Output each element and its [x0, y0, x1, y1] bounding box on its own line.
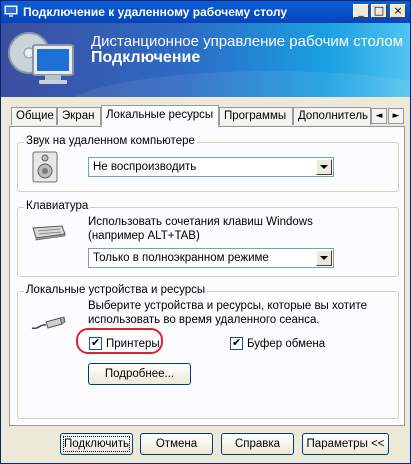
clipboard-checkbox[interactable] — [230, 336, 243, 350]
rdp-window: Подключение к удаленному рабочему столу … — [0, 0, 411, 464]
sound-select[interactable]: Не воспроизводить — [88, 157, 334, 177]
sound-group: Звук на удаленном компьютере Не воспроиз… — [17, 135, 399, 192]
tab-scroll-right[interactable]: ► — [388, 108, 404, 124]
minimize-button[interactable]: _ — [353, 4, 369, 18]
chevron-down-icon[interactable] — [316, 250, 332, 266]
tab-scroll-left[interactable]: ◄ — [371, 108, 387, 124]
speaker-icon — [32, 151, 58, 183]
sound-group-title: Звук на удаленном компьютере — [24, 135, 197, 147]
remote-desktop-icon — [4, 5, 18, 17]
banner-subtitle: Дистанционное управление рабочим столом — [91, 33, 404, 50]
printers-highlight-ring — [76, 328, 163, 354]
keyboard-group-title: Клавиатура — [24, 200, 91, 212]
keyboard-icon — [32, 225, 66, 241]
keyboard-description-line2: (например ALT+TAB) — [88, 230, 200, 242]
tab-strip: Общие Экран Локальные ресурсы Программы … — [9, 105, 405, 127]
more-details-button[interactable]: Подробнее... — [88, 363, 191, 385]
devices-description-line2: использовать во время удаленного сеанса. — [88, 314, 320, 326]
keyboard-group: Клавиатура Использовать сочетания клавиш… — [17, 200, 399, 277]
tab-advanced[interactable]: Дополнитель — [293, 107, 371, 125]
banner-title: Подключение — [91, 49, 201, 66]
options-button[interactable]: Параметры << — [302, 433, 389, 455]
cancel-button[interactable]: Отмена — [140, 433, 213, 455]
title-bar[interactable]: Подключение к удаленному рабочему столу … — [1, 1, 410, 23]
devices-group: Локальные устройства и ресурсы Выберите … — [17, 284, 399, 419]
tab-display[interactable]: Экран — [57, 107, 101, 125]
header-banner: Дистанционное управление рабочим столом … — [1, 23, 410, 97]
keyboard-description-line1: Использовать сочетания клавиш Windows — [88, 216, 313, 228]
devices-description-line1: Выберите устройства и ресурсы, которые в… — [88, 300, 368, 312]
help-button[interactable]: Справка — [221, 433, 294, 455]
computer-monitor-icon — [8, 32, 74, 84]
window-title: Подключение к удаленному рабочему столу — [23, 5, 288, 19]
usb-plug-icon — [31, 316, 66, 330]
connect-button[interactable]: Подключить — [60, 433, 133, 455]
tab-local-resources[interactable]: Локальные ресурсы — [101, 105, 219, 127]
chevron-down-icon[interactable] — [316, 159, 332, 175]
close-button[interactable]: × — [390, 4, 406, 18]
keyboard-select[interactable]: Только в полноэкранном режиме — [88, 248, 334, 268]
devices-group-title: Локальные устройства и ресурсы — [24, 284, 208, 296]
keyboard-select-value: Только в полноэкранном режиме — [93, 252, 269, 264]
tab-programs[interactable]: Программы — [219, 107, 293, 125]
sound-select-value: Не воспроизводить — [93, 161, 197, 173]
clipboard-label[interactable]: Буфер обмена — [247, 337, 325, 351]
tab-panel: Звук на удаленном компьютере Не воспроиз… — [9, 126, 405, 426]
tab-general[interactable]: Общие — [11, 107, 57, 125]
banner-arc — [61, 71, 410, 97]
maximize-button[interactable]: □ — [371, 4, 387, 18]
